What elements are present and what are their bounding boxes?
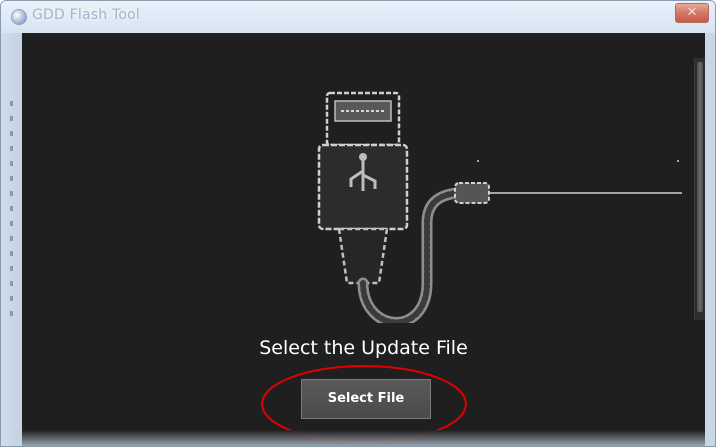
window-frame-left: [1, 33, 22, 446]
page-heading: Select the Update File: [259, 337, 468, 359]
close-icon: ✕: [686, 5, 698, 20]
close-button[interactable]: ✕: [675, 3, 709, 23]
title-bar[interactable]: GDD Flash Tool ✕: [1, 1, 715, 33]
frame-left-ticks: [10, 101, 13, 321]
content-area: Select the Update File Select File: [22, 33, 705, 446]
scrollbar-thumb[interactable]: [697, 62, 703, 312]
app-icon: [11, 9, 27, 25]
bottom-shade: [22, 430, 705, 446]
vertical-scrollbar[interactable]: [694, 58, 705, 320]
select-file-button[interactable]: Select File: [301, 379, 431, 419]
app-window: GDD Flash Tool ✕ Select the Update File …: [0, 0, 716, 447]
window-title: GDD Flash Tool: [32, 7, 140, 23]
usb-cable-icon: [317, 91, 682, 323]
